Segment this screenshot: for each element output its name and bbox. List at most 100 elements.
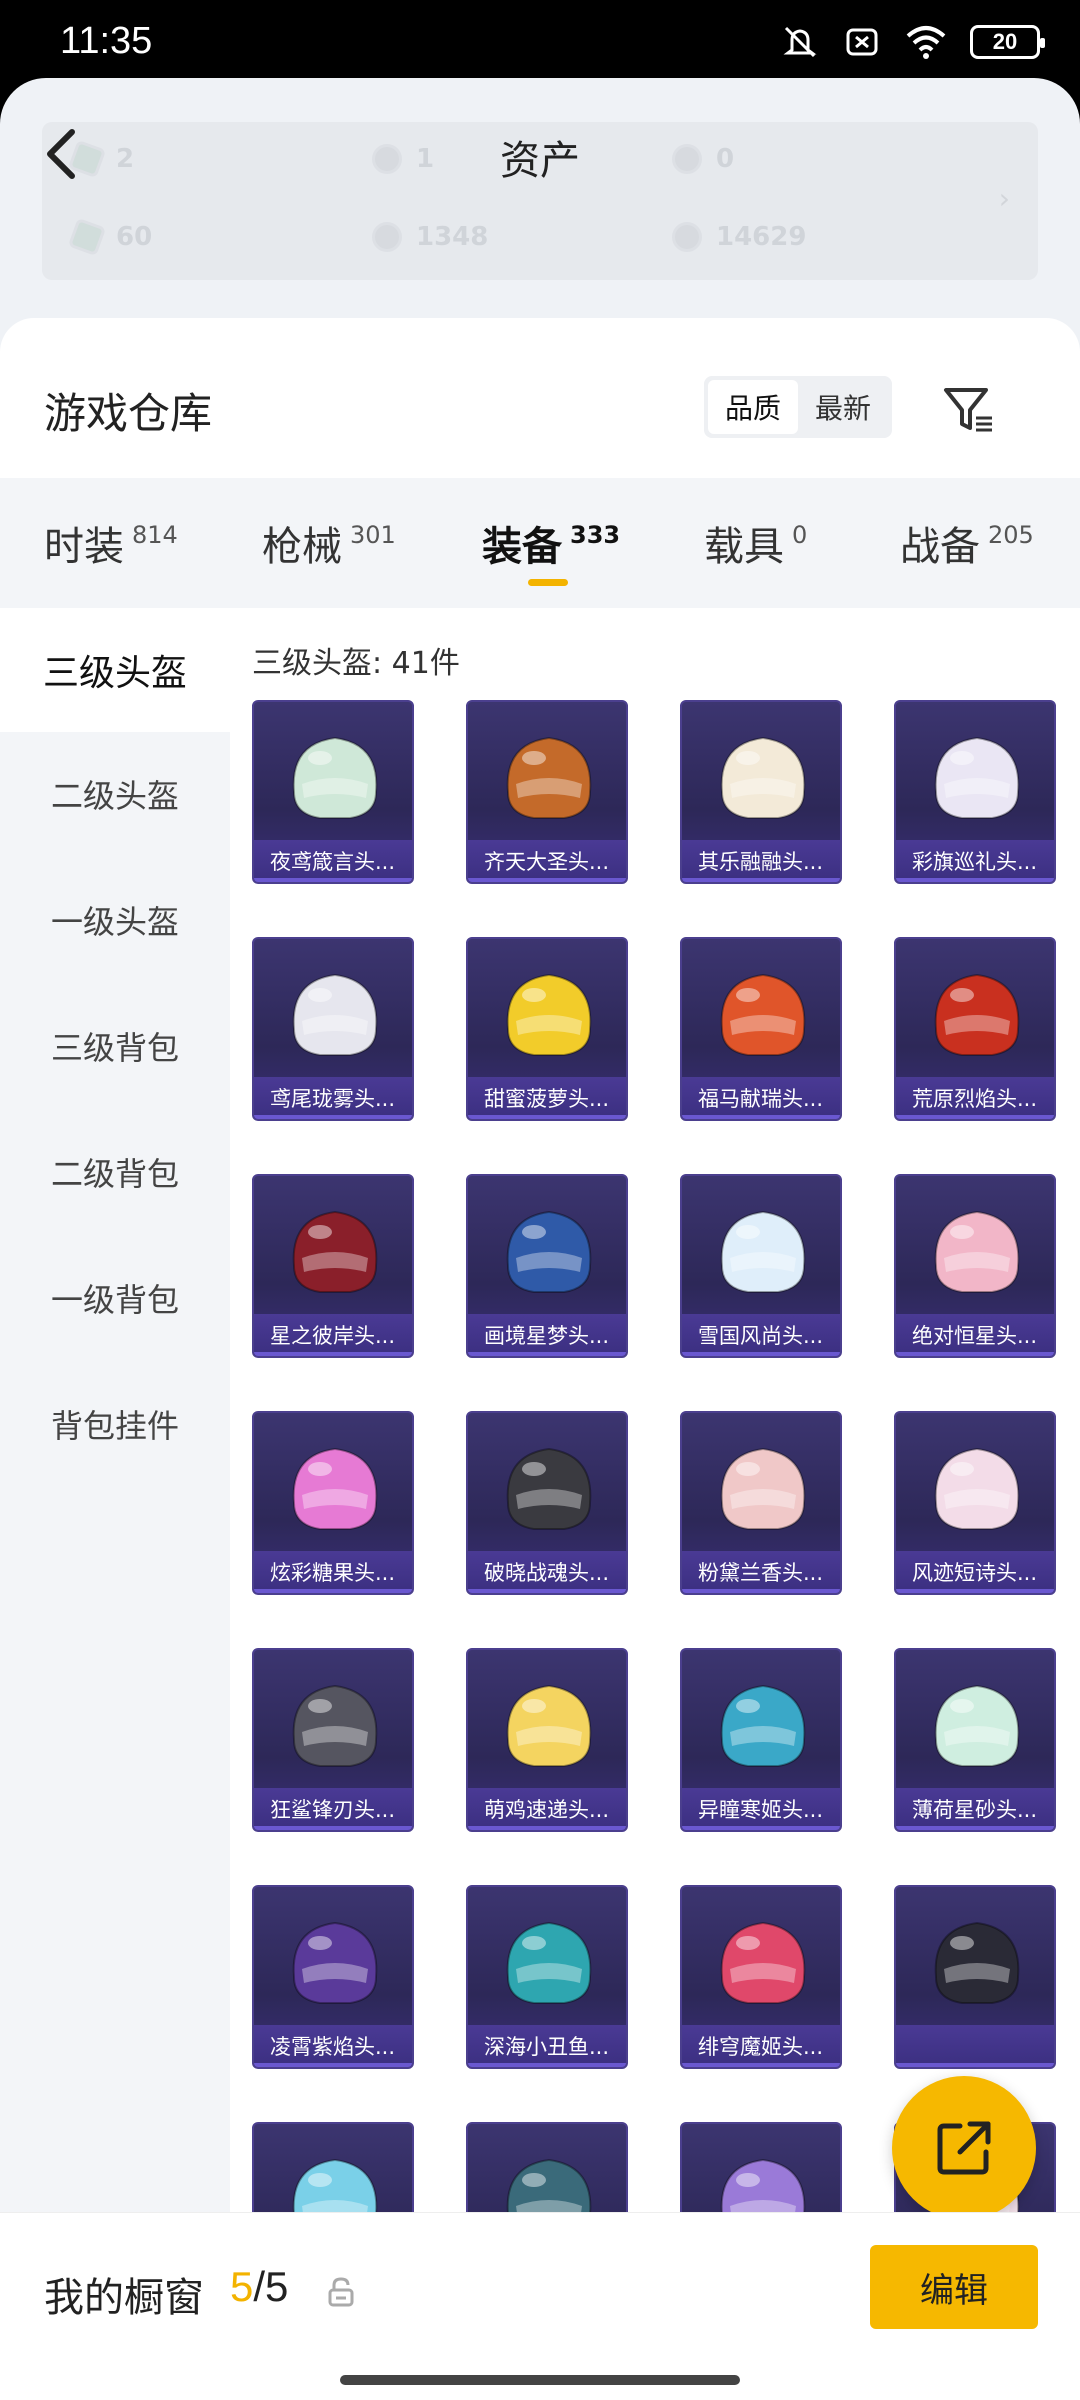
- assets-sheet: 2 1 0 60 1348 14629 › 资产 游戏仓库 品质 最新 时装 81…: [0, 78, 1080, 2400]
- item-card[interactable]: 夜鸢箴言头...: [252, 700, 414, 884]
- item-name: 破晓战魂头...: [468, 1551, 626, 1593]
- item-name: 星之彼岸头...: [254, 1314, 412, 1356]
- helmet-icon: [292, 1210, 378, 1293]
- item-card[interactable]: 绯穹魔姬头...: [680, 1885, 842, 2069]
- helmet-icon: [934, 973, 1020, 1056]
- item-name: 薄荷星砂头...: [896, 1788, 1054, 1830]
- helmet-icon: [506, 973, 592, 1056]
- tab-weapons[interactable]: 枪械 301: [262, 478, 396, 608]
- item-card[interactable]: 齐天大圣头...: [466, 700, 628, 884]
- helmet-icon: [506, 1210, 592, 1293]
- helmet-icon: [292, 1447, 378, 1530]
- item-card[interactable]: 雪国风尚头...: [680, 1174, 842, 1358]
- item-name: 福马献瑞头...: [682, 1077, 840, 1119]
- sort-quality-button[interactable]: 品质: [708, 380, 798, 434]
- item-name: 夜鸢箴言头...: [254, 840, 412, 882]
- item-name: 荒原烈焰头...: [896, 1077, 1054, 1119]
- helmet-icon: [292, 736, 378, 819]
- tab-label: 载具: [704, 524, 784, 570]
- asset-value: 60: [116, 222, 153, 252]
- filter-icon[interactable]: [940, 382, 996, 438]
- item-card[interactable]: 其乐融融头...: [680, 700, 842, 884]
- tab-battle-prep[interactable]: 战备 205: [900, 478, 1034, 608]
- item-card[interactable]: 粉黛兰香头...: [680, 1411, 842, 1595]
- item-name: 画境星梦头...: [468, 1314, 626, 1356]
- helmet-icon: [934, 1684, 1020, 1767]
- subcategory-menu: 三级头盔 二级头盔 一级头盔 三级背包 二级背包 一级背包 背包挂件: [0, 608, 230, 2400]
- tab-fashion[interactable]: 时装 814: [44, 478, 178, 608]
- item-card[interactable]: 画境星梦头...: [466, 1174, 628, 1358]
- item-card[interactable]: 鸢尾珑雾头...: [252, 937, 414, 1121]
- side-item-level1-backpack[interactable]: 一级背包: [0, 1236, 230, 1360]
- item-card[interactable]: 凌霄紫焰头...: [252, 1885, 414, 2069]
- wifi-icon: [906, 26, 946, 59]
- item-name: 绝对恒星头...: [896, 1314, 1054, 1356]
- item-card[interactable]: 绝对恒星头...: [894, 1174, 1056, 1358]
- sort-newest-button[interactable]: 最新: [798, 380, 888, 434]
- side-item-level2-helmet[interactable]: 二级头盔: [0, 732, 230, 856]
- helmet-icon: [292, 1921, 378, 2004]
- status-bar: 11:35 20: [0, 0, 1080, 90]
- side-item-level1-helmet[interactable]: 一级头盔: [0, 858, 230, 982]
- tab-vehicles[interactable]: 载具 0: [704, 478, 807, 608]
- helmet-icon: [720, 973, 806, 1056]
- helmet-icon: [934, 1921, 1020, 2004]
- helmet-icon: [720, 1921, 806, 2004]
- showcase-bar: 我的橱窗 5/5 编辑: [0, 2212, 1080, 2400]
- asset-item: 60: [67, 217, 153, 257]
- item-name: 炫彩糖果头...: [254, 1551, 412, 1593]
- item-name: 深海小丑鱼...: [468, 2025, 626, 2067]
- item-card[interactable]: 炫彩糖果头...: [252, 1411, 414, 1595]
- warehouse-panel: 游戏仓库 品质 最新 时装 814 枪械 301 装备 333 载具 0 战备 205 三…: [0, 318, 1080, 2400]
- asset-item: 14629: [672, 222, 806, 252]
- item-card[interactable]: 风迹短诗头...: [894, 1411, 1056, 1595]
- item-name: 狂鲨锋刃头...: [254, 1788, 412, 1830]
- helmet-icon: [934, 1210, 1020, 1293]
- coin-icon: [672, 222, 702, 252]
- side-item-backpack-charms[interactable]: 背包挂件: [0, 1362, 230, 1486]
- helmet-icon: [720, 1210, 806, 1293]
- item-card[interactable]: 破晓战魂头...: [466, 1411, 628, 1595]
- showcase-count-total: /5: [253, 2263, 289, 2310]
- item-card[interactable]: 星之彼岸头...: [252, 1174, 414, 1358]
- helmet-icon: [720, 1447, 806, 1530]
- mute-icon: [783, 26, 817, 58]
- showcase-label: 我的橱窗: [44, 2275, 204, 2321]
- tab-count: 205: [988, 521, 1034, 549]
- status-icons: 20: [780, 22, 1045, 62]
- tab-count: 0: [792, 521, 808, 549]
- side-item-level3-helmet[interactable]: 三级头盔: [0, 608, 230, 732]
- item-card[interactable]: 深海小丑鱼...: [466, 1885, 628, 2069]
- side-item-level3-backpack[interactable]: 三级背包: [0, 984, 230, 1108]
- battery-icon: 20: [970, 25, 1045, 59]
- tab-equipment[interactable]: 装备 333: [482, 478, 620, 608]
- item-card[interactable]: 异瞳寒姬头...: [680, 1648, 842, 1832]
- page-title: 资产: [500, 138, 580, 184]
- helmet-icon: [506, 736, 592, 819]
- item-card[interactable]: 甜蜜菠萝头...: [466, 937, 628, 1121]
- item-name: 彩旗巡礼头...: [896, 840, 1054, 882]
- gem-icon: [67, 217, 107, 257]
- item-name: 异瞳寒姬头...: [682, 1788, 840, 1830]
- item-name: 绯穹魔姬头...: [682, 2025, 840, 2067]
- item-card[interactable]: 萌鸡速递头...: [466, 1648, 628, 1832]
- side-item-level2-backpack[interactable]: 二级背包: [0, 1110, 230, 1234]
- item-card[interactable]: 福马献瑞头...: [680, 937, 842, 1121]
- item-card[interactable]: 狂鲨锋刃头...: [252, 1648, 414, 1832]
- item-card[interactable]: 彩旗巡礼头...: [894, 700, 1056, 884]
- category-tabs: 时装 814 枪械 301 装备 333 载具 0 战备 205: [0, 478, 1080, 608]
- share-external-icon: [937, 2121, 991, 2175]
- asset-item: 1348: [372, 222, 488, 252]
- edit-button[interactable]: 编辑: [870, 2245, 1038, 2329]
- tab-count: 301: [350, 521, 396, 549]
- item-card[interactable]: 荒原烈焰头...: [894, 937, 1056, 1121]
- item-name: 齐天大圣头...: [468, 840, 626, 882]
- share-button[interactable]: [892, 2076, 1036, 2220]
- item-card[interactable]: [894, 1885, 1056, 2069]
- item-card[interactable]: 薄荷星砂头...: [894, 1648, 1056, 1832]
- home-indicator: [340, 2375, 740, 2385]
- item-name: 甜蜜菠萝头...: [468, 1077, 626, 1119]
- helmet-icon: [506, 1447, 592, 1530]
- item-name: 萌鸡速递头...: [468, 1788, 626, 1830]
- battery-level: 20: [992, 29, 1018, 54]
